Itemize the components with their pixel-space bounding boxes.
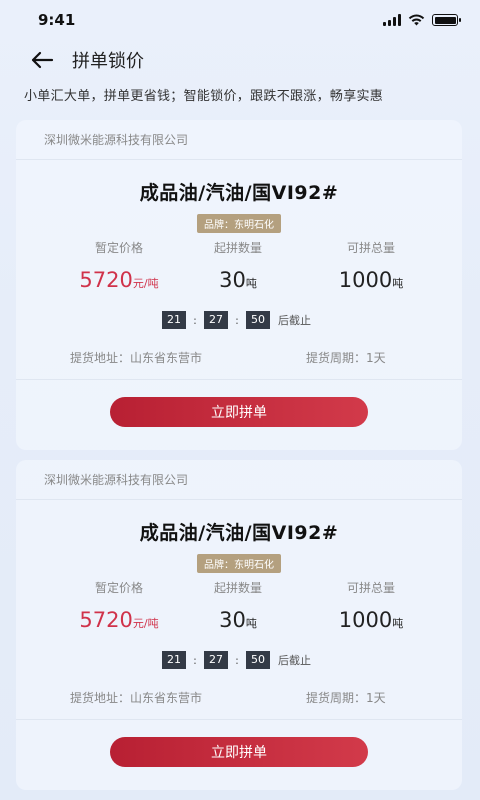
price-value: 5720 <box>79 268 133 292</box>
divider <box>16 719 462 720</box>
total-qty-stat: 可拼总量 1000吨 <box>316 579 426 632</box>
status-bar: 9:41 <box>0 0 480 40</box>
timer-suffix: 后截止 <box>278 314 311 327</box>
brand-badge: 品牌：东明石化 <box>197 214 281 233</box>
timer-separator: : <box>235 653 239 667</box>
price-unit: 元/吨 <box>132 277 159 290</box>
total-qty-value: 1000 <box>338 608 393 632</box>
min-qty-stat: 起拼数量 30吨 <box>188 579 288 632</box>
join-group-button[interactable]: 立即拼单 <box>110 397 368 427</box>
pickup-address: 提货地址：山东省东营市 <box>70 351 203 365</box>
timer-separator: : <box>193 313 197 327</box>
price-label: 暂定价格 <box>94 581 143 595</box>
pickup-info: 提货地址：山东省东营市 提货周期：1天 <box>16 349 462 365</box>
join-group-button[interactable]: 立即拼单 <box>110 737 368 767</box>
product-name: 成品油/汽油/国VI92# <box>139 522 339 544</box>
pickup-period: 提货周期：1天 <box>306 351 386 365</box>
timer-seconds: 50 <box>246 651 270 669</box>
total-qty-value: 1000 <box>338 268 393 292</box>
timer-minutes: 27 <box>204 311 228 329</box>
group-buy-card: 深圳微米能源科技有限公司 成品油/汽油/国VI92# 品牌：东明石化 暂定价格 … <box>16 120 462 450</box>
stats-row: 暂定价格 5720元/吨 起拼数量 30吨 可拼总量 1000吨 <box>16 239 462 297</box>
company-name: 深圳微米能源科技有限公司 <box>16 460 462 500</box>
min-qty-unit: 吨 <box>245 617 257 630</box>
total-qty-unit: 吨 <box>392 617 404 630</box>
min-qty-stat: 起拼数量 30吨 <box>188 239 288 292</box>
arrow-left-icon[interactable] <box>28 46 56 74</box>
battery-icon <box>432 14 461 26</box>
brand-badge: 品牌：东明石化 <box>197 554 281 573</box>
total-qty-stat: 可拼总量 1000吨 <box>316 239 426 292</box>
price-unit: 元/吨 <box>132 617 159 630</box>
min-qty-label: 起拼数量 <box>213 581 262 595</box>
price-stat: 暂定价格 5720元/吨 <box>64 239 174 292</box>
product-name: 成品油/汽油/国VI92# <box>139 182 339 204</box>
min-qty-unit: 吨 <box>245 277 257 290</box>
timer-separator: : <box>193 653 197 667</box>
min-qty-value: 30 <box>219 608 246 632</box>
price-stat: 暂定价格 5720元/吨 <box>64 579 174 632</box>
status-time: 9:41 <box>38 11 76 29</box>
total-qty-label: 可拼总量 <box>346 581 395 595</box>
stats-row: 暂定价格 5720元/吨 起拼数量 30吨 可拼总量 1000吨 <box>16 579 462 637</box>
signal-icon <box>383 14 401 26</box>
timer-hours: 21 <box>162 311 186 329</box>
group-buy-card: 深圳微米能源科技有限公司 成品油/汽油/国VI92# 品牌：东明石化 暂定价格 … <box>16 460 462 790</box>
pickup-period: 提货周期：1天 <box>306 691 386 705</box>
countdown-timer: 21 : 27 : 50 后截止 <box>16 311 462 329</box>
timer-seconds: 50 <box>246 311 270 329</box>
pickup-address: 提货地址：山东省东营市 <box>70 691 203 705</box>
page-title: 拼单锁价 <box>72 51 144 72</box>
status-icons <box>383 14 461 26</box>
page-subtitle: 小单汇大单，拼单更省钱；智能锁价，跟跌不跟涨，畅享实惠 <box>24 89 384 104</box>
min-qty-label: 起拼数量 <box>213 241 262 255</box>
price-label: 暂定价格 <box>94 241 143 255</box>
pickup-info: 提货地址：山东省东营市 提货周期：1天 <box>16 689 462 705</box>
company-name: 深圳微米能源科技有限公司 <box>16 120 462 160</box>
min-qty-value: 30 <box>219 268 246 292</box>
price-value: 5720 <box>79 608 133 632</box>
total-qty-label: 可拼总量 <box>346 241 395 255</box>
timer-separator: : <box>235 313 239 327</box>
wifi-icon <box>408 14 425 26</box>
timer-suffix: 后截止 <box>278 654 311 667</box>
timer-hours: 21 <box>162 651 186 669</box>
divider <box>16 379 462 380</box>
total-qty-unit: 吨 <box>392 277 404 290</box>
timer-minutes: 27 <box>204 651 228 669</box>
countdown-timer: 21 : 27 : 50 后截止 <box>16 651 462 669</box>
nav-bar: 拼单锁价 <box>0 40 480 80</box>
